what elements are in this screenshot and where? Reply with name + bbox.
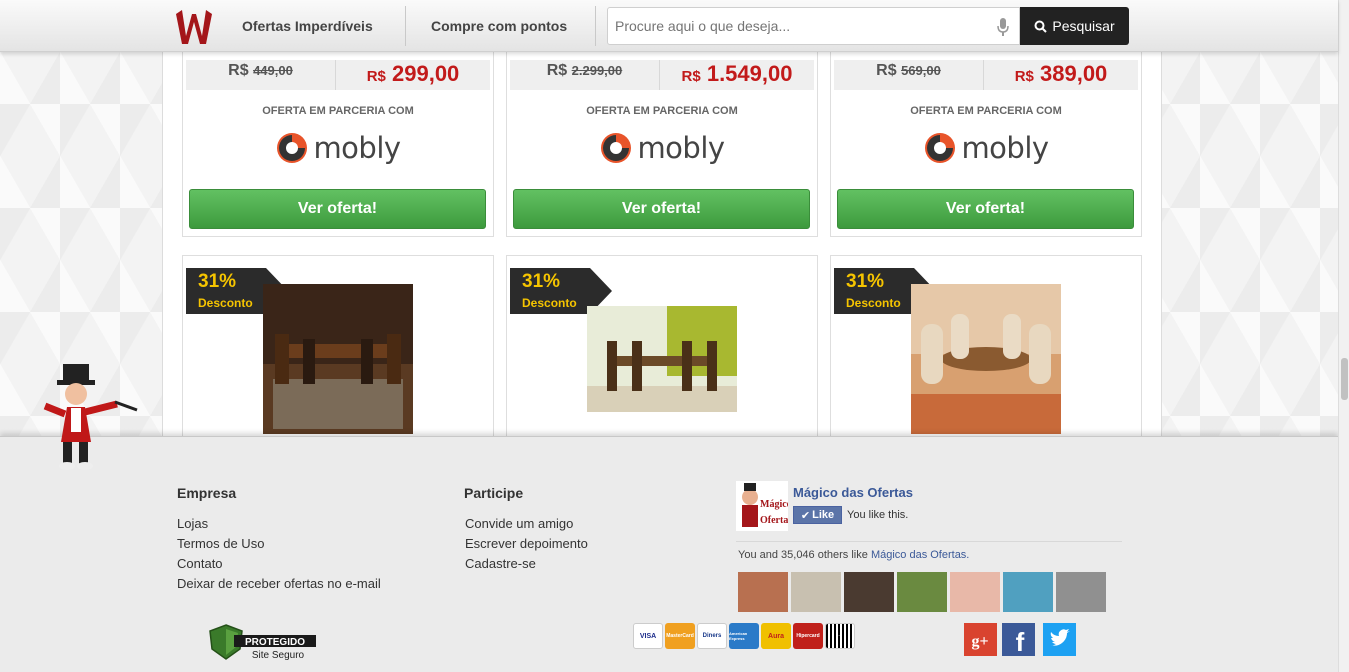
svg-text:PROTEGIDO: PROTEGIDO — [245, 637, 305, 648]
visa-icon: VISA — [633, 623, 663, 649]
fb-faces — [738, 572, 1106, 612]
footer: Empresa Lojas Termos de Uso Contato Deix… — [0, 436, 1338, 672]
nav-divider — [595, 6, 596, 46]
hipercard-icon: Hipercard — [793, 623, 823, 649]
ver-oferta-button[interactable]: Ver oferta! — [189, 189, 486, 229]
dining-set-image[interactable] — [911, 284, 1061, 434]
facebook-icon[interactable]: f — [1002, 623, 1035, 656]
amex-icon: American Express — [729, 623, 759, 649]
fan-avatar[interactable] — [1056, 572, 1106, 612]
offer-card[interactable]: 31% Desconto — [830, 255, 1142, 445]
aura-icon: Aura — [761, 623, 791, 649]
footer-empresa-title: Empresa — [177, 485, 237, 501]
mobly-icon — [277, 133, 308, 163]
new-price: R$ 1.549,00 — [681, 61, 793, 86]
new-price: R$ 389,00 — [1014, 61, 1108, 86]
fb-like-label: Like — [812, 509, 835, 521]
twitter-icon[interactable] — [1043, 623, 1076, 656]
fb-like-button[interactable]: ✔ Like — [793, 506, 842, 524]
mobly-logo[interactable]: mobly — [831, 131, 1141, 165]
mobly-logo[interactable]: mobly — [507, 131, 817, 165]
nav-compre-com-pontos[interactable]: Compre com pontos — [431, 0, 567, 52]
search-button[interactable]: Pesquisar — [1020, 7, 1129, 45]
search-icon — [1034, 20, 1048, 33]
checkmark-icon: ✔ — [800, 509, 811, 522]
mobly-icon — [925, 133, 956, 163]
page-avatar[interactable]: Mágico Ofertas — [736, 481, 788, 531]
footer-participe-title: Participe — [464, 485, 524, 501]
fb-like-count: You and 35,046 others like Mágico das Of… — [738, 549, 970, 561]
old-price: R$ 569,00 — [834, 60, 984, 90]
price-row: R$ 2.299,00 R$ 1.549,00 — [510, 60, 814, 90]
fan-avatar[interactable] — [950, 572, 1000, 612]
price-row: R$ 449,00 R$ 299,00 — [186, 60, 490, 90]
fan-avatar[interactable] — [897, 572, 947, 612]
svg-text:Ofertas: Ofertas — [760, 515, 788, 526]
nav-divider — [405, 6, 406, 46]
footer-link-convide[interactable]: Convide um amigo — [465, 516, 573, 531]
new-price: R$ 299,00 — [366, 61, 460, 86]
footer-link-termos[interactable]: Termos de Uso — [177, 536, 264, 551]
security-seal[interactable]: PROTEGIDO Site Seguro — [208, 623, 318, 661]
footer-link-depoimento[interactable]: Escrever depoimento — [465, 536, 588, 551]
mobly-icon — [601, 133, 632, 163]
fb-page-link[interactable]: Mágico das Ofertas. — [871, 549, 969, 561]
ver-oferta-button[interactable]: Ver oferta! — [837, 189, 1134, 229]
fan-avatar[interactable] — [844, 572, 894, 612]
footer-link-cadastre[interactable]: Cadastre-se — [465, 556, 536, 571]
fan-avatar[interactable] — [738, 572, 788, 612]
fb-page-name[interactable]: Mágico das Ofertas — [793, 485, 913, 500]
microphone-icon[interactable] — [997, 18, 1009, 36]
google-plus-icon[interactable]: g+ — [964, 623, 997, 656]
fan-avatar[interactable] — [791, 572, 841, 612]
search-field — [607, 7, 1020, 45]
mastercard-icon: MasterCard — [665, 623, 695, 649]
ver-oferta-button[interactable]: Ver oferta! — [513, 189, 810, 229]
fb-you-like: You like this. — [847, 509, 909, 521]
search-button-label: Pesquisar — [1052, 18, 1115, 34]
svg-text:Mágico: Mágico — [760, 499, 788, 510]
footer-link-lojas[interactable]: Lojas — [177, 516, 208, 531]
search-input[interactable] — [608, 8, 988, 44]
site-logo[interactable] — [172, 6, 216, 46]
svg-text:g+: g+ — [971, 633, 988, 650]
offer-card[interactable]: 31% Desconto — [182, 255, 494, 445]
old-price: R$ 2.299,00 — [510, 60, 660, 90]
top-header: Ofertas Imperdíveis Compre com pontos Pe… — [0, 0, 1338, 52]
diners-icon: Diners — [697, 623, 727, 649]
payment-methods: VISA MasterCard Diners American Express … — [633, 623, 855, 649]
mobly-logo[interactable]: mobly — [183, 131, 493, 165]
divider — [736, 541, 1122, 542]
partner-label: OFERTA EM PARCERIA COM — [262, 105, 414, 117]
footer-link-contato[interactable]: Contato — [177, 556, 223, 571]
price-row: R$ 569,00 R$ 389,00 — [834, 60, 1138, 90]
svg-text:Site Seguro: Site Seguro — [252, 650, 305, 661]
footer-link-unsubscribe[interactable]: Deixar de receber ofertas no e-mail — [177, 576, 381, 591]
mascot-magician-image — [43, 364, 138, 470]
partner-label: OFERTA EM PARCERIA COM — [586, 105, 738, 117]
offer-card[interactable]: 31% Desconto — [506, 255, 818, 445]
partner-label: OFERTA EM PARCERIA COM — [910, 105, 1062, 117]
boleto-barcode-icon: Boleto — [825, 623, 855, 649]
dining-set-image[interactable] — [263, 284, 413, 434]
dining-set-image[interactable] — [587, 306, 737, 412]
svg-text:f: f — [1016, 627, 1025, 656]
offers-grid: R$ 449,00 R$ 299,00 OFERTA EM PARCERIA C… — [162, 0, 1162, 445]
nav-ofertas-imperdiveis[interactable]: Ofertas Imperdíveis — [242, 0, 373, 52]
old-price: R$ 449,00 — [186, 60, 336, 90]
scrollbar-thumb[interactable] — [1341, 358, 1348, 400]
fan-avatar[interactable] — [1003, 572, 1053, 612]
scrollbar[interactable] — [1338, 0, 1349, 672]
